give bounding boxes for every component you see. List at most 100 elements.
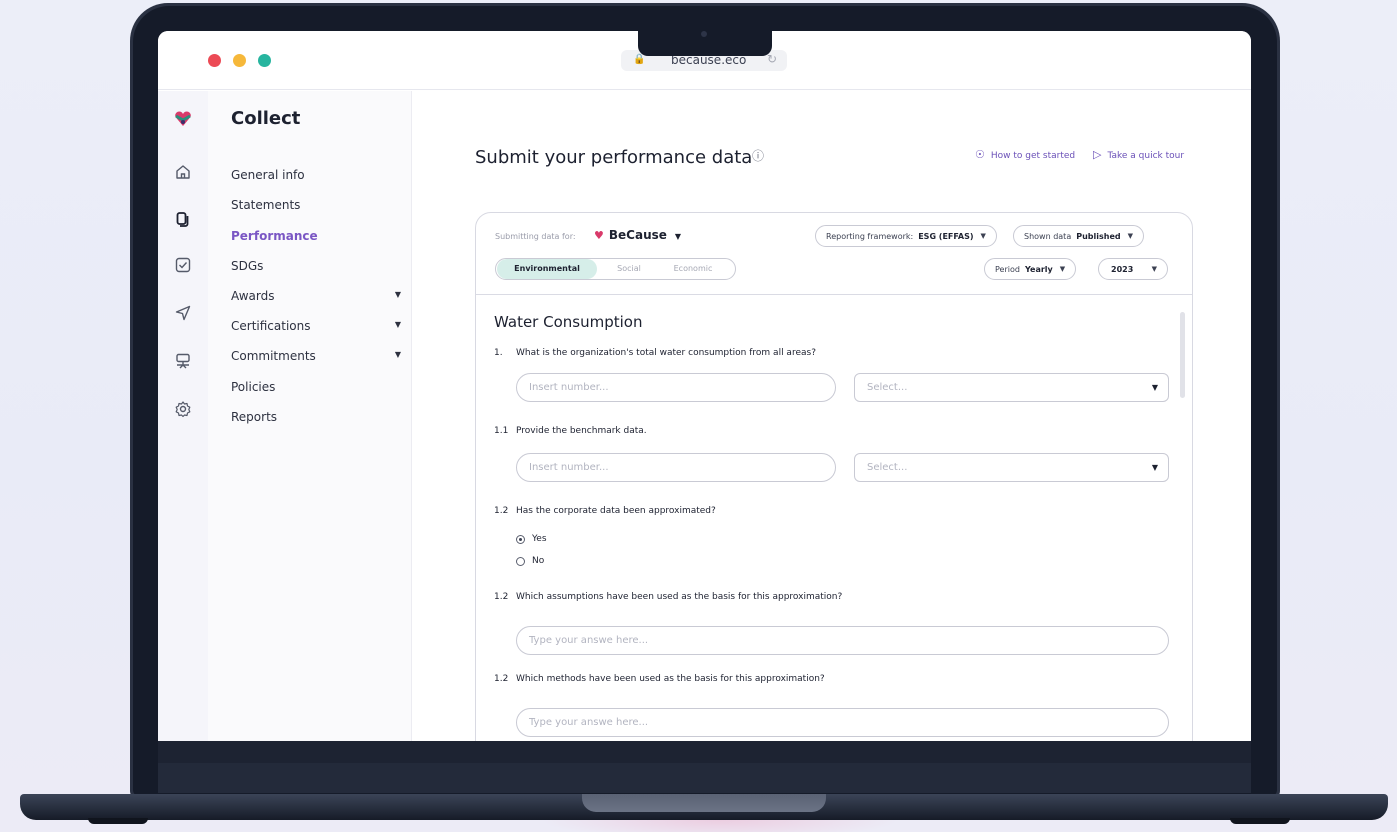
sidebar-item-label: Reports bbox=[231, 410, 278, 424]
sidebar-item-label: Performance bbox=[231, 229, 318, 243]
reload-icon[interactable]: ↻ bbox=[767, 52, 777, 66]
radio-unchecked-icon[interactable] bbox=[516, 556, 525, 566]
minimize-window-button[interactable] bbox=[233, 54, 246, 67]
chevron-down-icon: ▼ bbox=[674, 232, 682, 241]
take-a-quick-tour-link[interactable]: ▷ Take a quick tour bbox=[1093, 148, 1184, 161]
benchmark-number-input[interactable]: Insert number... bbox=[516, 453, 836, 482]
laptop-base-notch bbox=[582, 794, 826, 812]
benchmark-unit-select[interactable]: Select... ▼ bbox=[854, 453, 1169, 482]
form-body: Water Consumption 1. What is the organiza… bbox=[476, 296, 1192, 741]
assumptions-answer-input[interactable]: Type your answe here... bbox=[516, 626, 1169, 655]
sidebar-title: Collect bbox=[231, 108, 301, 129]
period-select[interactable]: Period Yearly ▼ bbox=[984, 258, 1077, 280]
sidebar-item-general-info[interactable]: General info bbox=[231, 168, 401, 182]
take-a-quick-tour-label: Take a quick tour bbox=[1107, 151, 1185, 161]
info-icon[interactable]: ⓘ bbox=[752, 147, 764, 164]
organization-select[interactable]: ♥ BeCause ▼ bbox=[594, 228, 681, 242]
sidebar-item-performance[interactable]: Performance bbox=[231, 229, 401, 243]
sidebar-item-label: Awards bbox=[231, 289, 275, 303]
question-number: 1.1 bbox=[494, 426, 509, 436]
radio-label: No bbox=[532, 556, 545, 566]
camera-icon bbox=[701, 31, 707, 37]
performance-form-card: Submitting data for: ♥ BeCause ▼ Reporting… bbox=[475, 212, 1193, 741]
chevron-down-icon[interactable]: ▼ bbox=[395, 290, 401, 299]
year-select[interactable]: 2023 ▼ bbox=[1098, 258, 1168, 280]
play-icon: ▷ bbox=[1093, 148, 1102, 161]
radio-no[interactable]: No bbox=[516, 556, 544, 566]
section-title: Water Consumption bbox=[494, 313, 643, 331]
sidebar-item-commitments[interactable]: Commitments ▼ bbox=[231, 349, 401, 363]
sidebar-item-label: Statements bbox=[231, 198, 301, 212]
laptop-foot-left bbox=[88, 818, 148, 824]
chevron-down-icon: ▼ bbox=[1151, 265, 1157, 273]
home-icon[interactable] bbox=[171, 160, 195, 184]
question-1-2-approximated: 1.2 Has the corporate data been approxima… bbox=[494, 506, 716, 516]
select-placeholder: Select... bbox=[867, 382, 908, 393]
main-content: Submit your performance data ⓘ ☉ How to g… bbox=[413, 91, 1251, 741]
lock-icon: 🔒 bbox=[633, 54, 646, 65]
laptop-hinge bbox=[158, 763, 1251, 793]
radio-yes[interactable]: Yes bbox=[516, 534, 547, 544]
icon-rail bbox=[158, 91, 208, 741]
shown-data-select[interactable]: Shown data Published ▼ bbox=[1013, 225, 1144, 247]
how-to-get-started-label: How to get started bbox=[990, 151, 1076, 161]
radio-label: Yes bbox=[532, 534, 547, 544]
sidebar-item-awards[interactable]: Awards ▼ bbox=[231, 289, 401, 303]
chevron-down-icon: ▼ bbox=[1127, 232, 1133, 240]
question-text: Has the corporate data been approximated… bbox=[516, 506, 716, 516]
presentation-icon[interactable] bbox=[171, 349, 195, 373]
close-window-button[interactable] bbox=[208, 54, 221, 67]
methods-answer-input[interactable]: Type your answe here... bbox=[516, 708, 1169, 737]
sidebar-item-statements[interactable]: Statements bbox=[231, 198, 401, 212]
laptop-screen: 🔒 because.eco ↻ Collect General info Sta… bbox=[158, 31, 1251, 741]
lifebuoy-icon: ☉ bbox=[975, 148, 985, 161]
shown-data-label: Shown data bbox=[1024, 231, 1072, 241]
question-text: What is the organization's total water c… bbox=[516, 348, 816, 358]
tab-social[interactable]: Social bbox=[604, 259, 654, 279]
send-icon[interactable] bbox=[171, 301, 195, 325]
question-number: 1.2 bbox=[494, 506, 509, 516]
chevron-down-icon[interactable]: ▼ bbox=[395, 350, 401, 359]
chevron-down-icon: ▼ bbox=[1151, 383, 1158, 392]
sidebar-item-label: Certifications bbox=[231, 319, 311, 333]
sidebar-item-label: Policies bbox=[231, 380, 276, 394]
tab-economic[interactable]: Economic bbox=[658, 259, 728, 279]
chevron-down-icon: ▼ bbox=[1059, 265, 1066, 273]
page-title: Submit your performance data bbox=[475, 147, 753, 168]
logo-icon[interactable] bbox=[171, 107, 195, 131]
tab-environmental[interactable]: Environmental bbox=[497, 259, 597, 279]
sidebar-item-reports[interactable]: Reports bbox=[231, 410, 401, 424]
checkbox-icon[interactable] bbox=[171, 253, 195, 277]
question-text: Which assumptions have been used as the … bbox=[516, 592, 843, 602]
reporting-framework-value: ESG (EFFAS) bbox=[918, 231, 974, 241]
question-number: 1. bbox=[494, 348, 503, 358]
question-1-1: 1.1 Provide the benchmark data. bbox=[494, 426, 647, 436]
water-consumption-unit-select[interactable]: Select... ▼ bbox=[854, 373, 1169, 402]
how-to-get-started-link[interactable]: ☉ How to get started bbox=[975, 148, 1075, 161]
laptop-chin bbox=[158, 741, 1251, 763]
sidebar-item-policies[interactable]: Policies bbox=[231, 380, 401, 394]
water-consumption-number-input[interactable]: Insert number... bbox=[516, 373, 836, 402]
settings-icon[interactable] bbox=[171, 397, 195, 421]
sidebar-item-sdgs[interactable]: SDGs bbox=[231, 259, 401, 273]
period-value: Yearly bbox=[1024, 264, 1053, 274]
reporting-framework-select[interactable]: Reporting framework: ESG (EFFAS) ▼ bbox=[815, 225, 997, 247]
collect-icon[interactable] bbox=[171, 207, 195, 231]
sidebar-item-label: Commitments bbox=[231, 349, 316, 363]
maximize-window-button[interactable] bbox=[258, 54, 271, 67]
sidebar-item-certifications[interactable]: Certifications ▼ bbox=[231, 319, 401, 333]
reporting-framework-label: Reporting framework: bbox=[826, 231, 914, 241]
question-text: Provide the benchmark data. bbox=[516, 426, 647, 436]
submitting-data-for-label: Submitting data for: bbox=[495, 232, 576, 241]
question-number: 1.2 bbox=[494, 674, 509, 684]
radio-checked-icon[interactable] bbox=[516, 534, 525, 544]
laptop-foot-right bbox=[1230, 818, 1290, 824]
question-1: 1. What is the organization's total water… bbox=[494, 348, 816, 358]
question-1-2-methods: 1.2 Which methods have been used as the b… bbox=[494, 674, 825, 684]
chevron-down-icon[interactable]: ▼ bbox=[395, 320, 401, 329]
year-value: 2023 bbox=[1111, 264, 1134, 274]
sidebar: Collect General info Statements Performa… bbox=[208, 91, 412, 741]
shown-data-value: Published bbox=[1076, 231, 1121, 241]
chevron-down-icon: ▼ bbox=[1151, 463, 1158, 472]
scrollbar[interactable] bbox=[1180, 312, 1185, 398]
